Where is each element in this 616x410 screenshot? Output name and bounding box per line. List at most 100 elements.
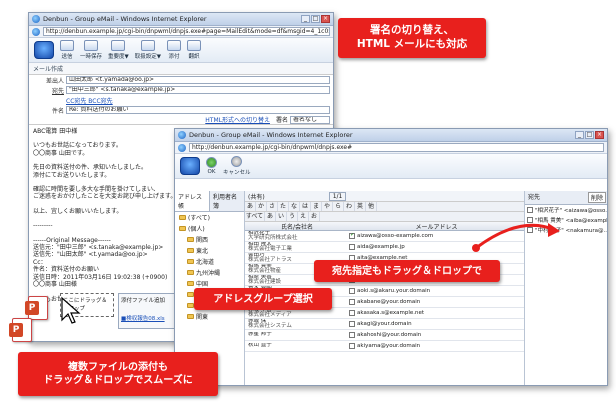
contact-name-cell: 相田 隆太 株式会社電子工業 [245, 242, 349, 253]
contact-mail: aida@example.jp [357, 244, 405, 250]
tree-item-label: 中国 [196, 281, 209, 288]
callout-attach-drag: 複数ファイルの添付も ドラッグ＆ドロップでスムーズに [18, 352, 218, 396]
priority-button[interactable]: 重要度▼ [108, 40, 129, 60]
filter-label[interactable]: (共有) [248, 192, 265, 201]
folder-icon [179, 215, 186, 220]
contact-checkbox[interactable] [349, 288, 355, 294]
contact-company: 株式会社システム [248, 323, 292, 329]
col-name[interactable]: 氏名/会社名 [245, 222, 349, 231]
tree-item-label: 北海道 [196, 259, 215, 266]
kana-tab[interactable]: ら [333, 202, 344, 211]
kana-tab[interactable]: ま [311, 202, 322, 211]
contact-checkbox[interactable] [349, 332, 355, 338]
tree-item[interactable]: 東北 [175, 245, 244, 256]
addressbook-url-field[interactable]: http://denbun.example.jp/cgi-bin/dnpwml/… [189, 143, 604, 152]
kana-tab[interactable]: 英 [355, 202, 366, 211]
list-filter-tab[interactable]: すべて [245, 212, 265, 221]
list-filter-tab[interactable]: あ [265, 212, 276, 221]
denbun-logo [180, 157, 200, 175]
list-filter-tab[interactable]: い [276, 212, 287, 221]
handling-button[interactable]: 取扱設定▼ [135, 40, 161, 60]
tree-item[interactable]: 関西 [175, 234, 244, 245]
paperclip-icon [166, 40, 181, 51]
kana-tab[interactable]: か [256, 202, 267, 211]
contact-name-cell: 相沢花子 大学研究所株式会社 [245, 231, 349, 242]
close-button[interactable]: × [595, 131, 604, 139]
save-icon [84, 40, 98, 51]
to-label[interactable]: 宛先 [32, 86, 64, 95]
recipient-checkbox[interactable] [527, 207, 533, 213]
signature-select[interactable]: 署名なし [290, 115, 330, 124]
contact-checkbox[interactable] [349, 299, 355, 305]
kana-tab[interactable]: は [300, 202, 311, 211]
folder-icon [187, 292, 194, 297]
tree-item[interactable]: (個人) [175, 223, 244, 234]
kana-tab[interactable]: さ [267, 202, 278, 211]
compose-url-field[interactable]: http://denbun.example.jp/cgi-bin/dnpwml/… [43, 27, 330, 36]
addressbook-address-bar: http://denbun.example.jp/cgi-bin/dnpwml/… [175, 142, 607, 154]
contact-mail-cell: akiyama@your.domain [349, 343, 524, 349]
contact-mail: akasaka.s@example.net [357, 310, 425, 316]
recipient-title: 宛先 [528, 194, 541, 201]
table-row[interactable]: 赤星 邦子 akahoshi@your.domain [245, 330, 524, 341]
maximize-button[interactable]: □ [585, 131, 594, 139]
kana-tab[interactable]: 他 [366, 202, 377, 211]
contact-checkbox[interactable] [349, 343, 355, 349]
recipient-item[interactable]: "相沢花子" <aizawa@osso...> [525, 205, 607, 215]
folder-icon [179, 226, 186, 231]
tree-item-label: 関西 [196, 237, 209, 244]
subject-field[interactable]: Re: 資料送付のお願い [66, 106, 330, 114]
contact-checkbox[interactable] [349, 233, 355, 239]
attach-button[interactable]: 添付 [166, 40, 181, 60]
contact-checkbox[interactable] [349, 321, 355, 327]
cc-bcc-link[interactable]: CC宛先 BCC宛先 [66, 96, 113, 105]
tree-item-label: (すべて) [188, 215, 211, 222]
attach-file-link[interactable]: ■検収報告08.xls [121, 314, 175, 322]
list-filter-tab[interactable]: え [298, 212, 309, 221]
save-draft-button[interactable]: 一時保存 [80, 40, 102, 60]
table-row[interactable]: 秋山 直子 akiyama@your.domain [245, 341, 524, 352]
contact-checkbox[interactable] [349, 244, 355, 250]
remove-button[interactable]: 削除 [587, 192, 606, 203]
kana-tab[interactable]: な [289, 202, 300, 211]
tree-item[interactable]: 九州沖縄 [175, 267, 244, 278]
maximize-button[interactable]: □ [311, 15, 320, 23]
denbun-logo-icon [34, 41, 54, 59]
callout-signature: 署名の切り替え、 HTML メールにも対応 [338, 18, 486, 58]
subject-row: 件名 Re: 資料送付のお願い [29, 105, 333, 115]
list-filter-tab[interactable]: う [287, 212, 298, 221]
send-button[interactable]: 送信 [60, 40, 74, 60]
tree-item-label: 九州沖縄 [196, 270, 221, 277]
html-format-link[interactable]: HTML形式への切り替え [205, 115, 270, 124]
kana-tab[interactable]: や [322, 202, 333, 211]
powerpoint-file-icon: P [25, 296, 48, 320]
ok-button[interactable]: OK [206, 157, 217, 175]
minimize-button[interactable]: _ [301, 15, 310, 23]
contact-name: 秋山 直子 [248, 343, 272, 349]
contact-mail: akagi@your.domain [357, 321, 412, 327]
kana-tab[interactable]: た [278, 202, 289, 211]
tab-user-list[interactable]: 利用者名簿 [210, 191, 244, 211]
to-field[interactable]: "田中三郎" <s.tanaka@example.jp> [66, 86, 330, 94]
translate-button[interactable]: 翻訳 [186, 40, 201, 60]
table-row[interactable]: 赤城 保株式会社システム akagi@your.domain [245, 319, 524, 330]
close-button[interactable]: × [321, 15, 330, 23]
attach-title: 添付ファイル追加 [121, 298, 166, 304]
minimize-button[interactable]: _ [575, 131, 584, 139]
cancel-button[interactable]: キャンセル [223, 156, 251, 176]
tree-item[interactable]: (すべて) [175, 212, 244, 223]
kana-tab[interactable]: わ [344, 202, 355, 211]
kana-tab[interactable]: あ [245, 202, 256, 211]
folder-icon [187, 248, 194, 253]
compose-window-title: Denbun - Group eMail - Windows Internet … [43, 15, 207, 23]
from-select[interactable]: 山田太郎 <t.yamada@oo.jp> [66, 76, 330, 84]
contact-mail-cell: akagi@your.domain [349, 321, 524, 327]
tab-addressbook[interactable]: アドレス帳 [175, 191, 210, 211]
pager[interactable]: 1/1 [328, 191, 347, 201]
contact-name: 赤星 邦子 [248, 332, 272, 338]
tree-item[interactable]: 北海道 [175, 256, 244, 267]
tree-item-label: (個人) [188, 226, 205, 233]
list-filter-tab[interactable]: お [309, 212, 320, 221]
contact-checkbox[interactable] [349, 310, 355, 316]
tree-item[interactable]: 関東 [175, 311, 244, 322]
